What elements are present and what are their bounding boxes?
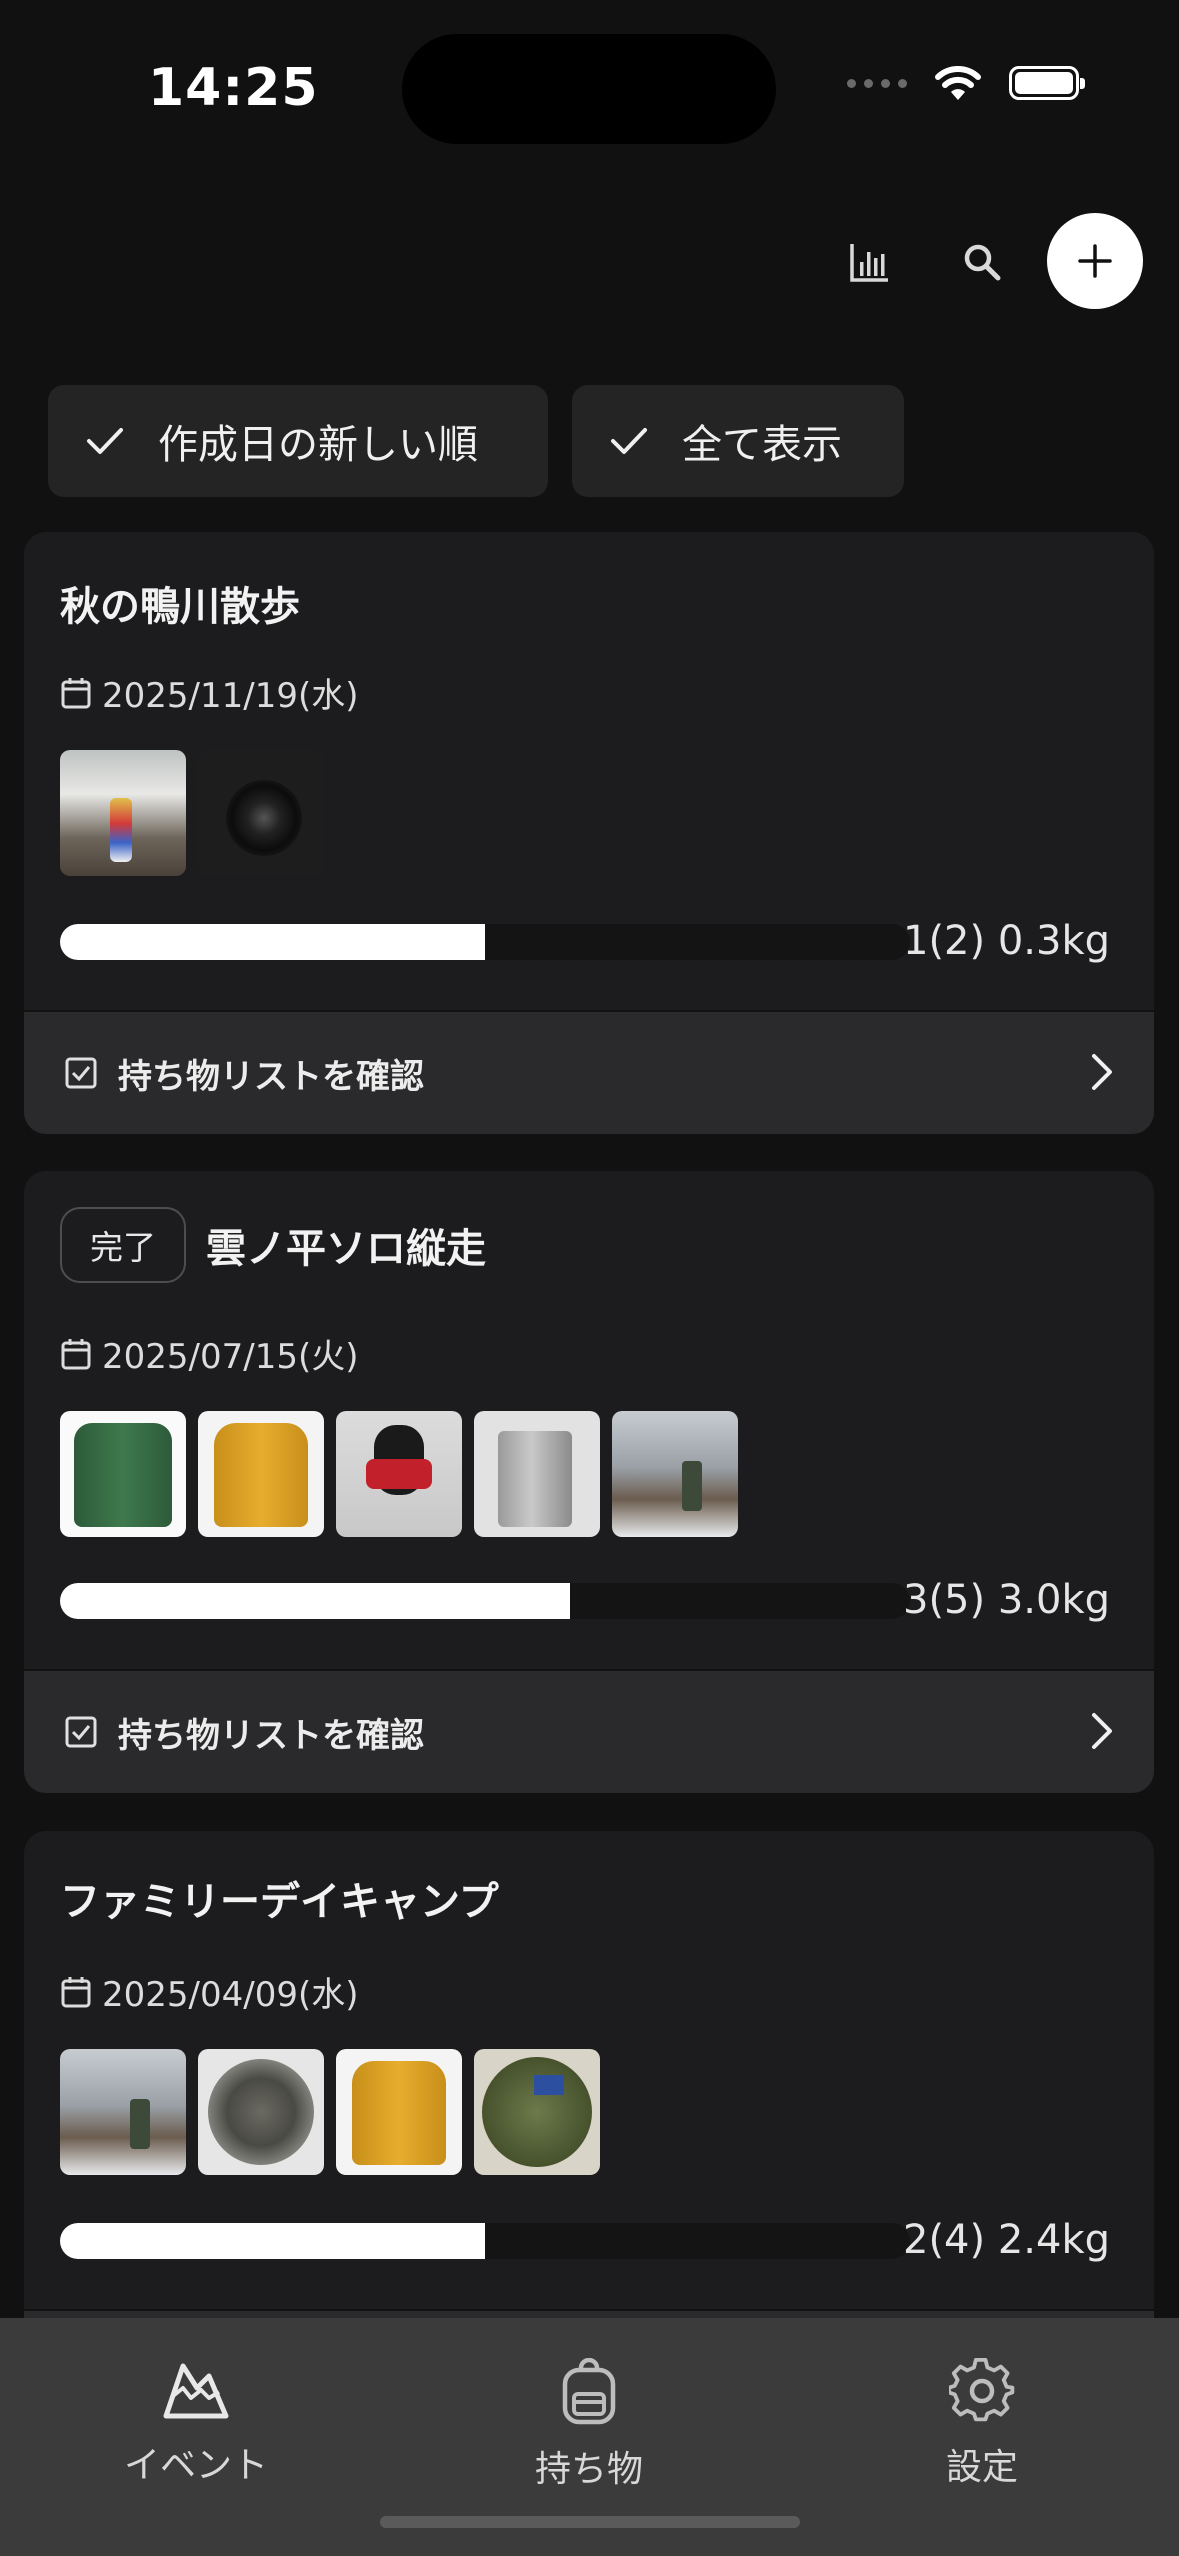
item-thumbnails xyxy=(60,750,324,876)
checklist-link[interactable]: 持ち物リストを確認 xyxy=(24,1669,1154,1793)
event-date: 2025/07/15(火) xyxy=(102,1337,359,1377)
event-card[interactable]: ファミリーデイキャンプ 2025/04/09(水) 2(4) 2.4kg xyxy=(24,1831,1154,2371)
event-date-row: 2025/04/09(水) xyxy=(60,1967,359,2016)
packing-progress-fill xyxy=(60,1583,570,1619)
tab-events[interactable]: イベント xyxy=(76,2358,316,2488)
packing-summary: 2(4) 2.4kg xyxy=(903,2217,1110,2263)
checkbox-icon xyxy=(64,1056,98,1090)
packing-progress-fill xyxy=(60,924,485,960)
bar-chart-icon xyxy=(850,244,888,282)
battery-icon xyxy=(1009,66,1085,100)
event-title: 秋の鴨川散歩 xyxy=(60,584,300,630)
display-filter-chip[interactable]: 全て表示 xyxy=(572,385,904,497)
wifi-icon xyxy=(935,66,981,100)
chevron-right-icon xyxy=(1090,1711,1114,1751)
sort-filter-label: 作成日の新しい順 xyxy=(158,422,478,468)
checkbox-icon xyxy=(64,1715,98,1749)
checklist-label: 持ち物リストを確認 xyxy=(118,1056,424,1097)
status-time: 14:25 xyxy=(148,58,319,118)
checklist-link[interactable]: 持ち物リストを確認 xyxy=(24,1010,1154,1134)
item-thumbnail xyxy=(612,1411,738,1537)
item-thumbnail xyxy=(198,750,324,876)
check-icon xyxy=(86,426,124,456)
item-thumbnail xyxy=(336,2049,462,2175)
item-thumbnail xyxy=(336,1411,462,1537)
item-thumbnail xyxy=(198,2049,324,2175)
stats-button[interactable] xyxy=(836,228,904,296)
backpack-icon xyxy=(562,2358,616,2425)
tab-items[interactable]: 持ち物 xyxy=(469,2358,709,2492)
search-button[interactable] xyxy=(948,228,1016,296)
event-date: 2025/04/09(水) xyxy=(102,1975,359,2015)
tab-label: 設定 xyxy=(945,2447,1018,2488)
tab-label: 持ち物 xyxy=(534,2449,643,2490)
display-filter-label: 全て表示 xyxy=(682,422,842,468)
packing-summary: 3(5) 3.0kg xyxy=(903,1577,1110,1623)
check-icon xyxy=(610,426,648,456)
packing-progress-fill xyxy=(60,2223,485,2259)
packing-progress-bar xyxy=(60,2223,910,2259)
calendar-icon xyxy=(61,677,91,708)
packing-progress-bar xyxy=(60,924,910,960)
tab-settings[interactable]: 設定 xyxy=(862,2358,1102,2490)
tab-label: イベント xyxy=(123,2445,268,2486)
item-thumbnail xyxy=(60,2049,186,2175)
cellular-signal-icon xyxy=(847,78,907,88)
packing-progress-bar xyxy=(60,1583,910,1619)
event-title: ファミリーデイキャンプ xyxy=(60,1879,499,1925)
item-thumbnails xyxy=(60,2049,600,2175)
packing-summary: 1(2) 0.3kg xyxy=(903,918,1110,964)
event-title-row: 秋の鴨川散歩 xyxy=(60,574,300,632)
item-thumbnail xyxy=(60,750,186,876)
status-badge: 完了 xyxy=(60,1207,186,1283)
item-thumbnail xyxy=(474,1411,600,1537)
event-date-row: 2025/11/19(水) xyxy=(60,668,359,717)
calendar-icon xyxy=(61,1338,91,1369)
event-title-row: 完了 雲ノ平ソロ縦走 xyxy=(60,1207,486,1283)
search-icon xyxy=(964,244,1001,281)
sort-filter-chip[interactable]: 作成日の新しい順 xyxy=(48,385,548,497)
event-title-row: ファミリーデイキャンプ xyxy=(60,1869,499,1927)
event-card[interactable]: 秋の鴨川散歩 2025/11/19(水) 1(2) 0.3kg 持ち物リストを確… xyxy=(24,532,1154,1134)
event-date-row: 2025/07/15(火) xyxy=(60,1329,359,1378)
item-thumbnails xyxy=(60,1411,738,1537)
item-thumbnail xyxy=(474,2049,600,2175)
event-title: 雲ノ平ソロ縦走 xyxy=(206,1226,486,1272)
add-event-button[interactable] xyxy=(1047,213,1143,309)
event-card[interactable]: 完了 雲ノ平ソロ縦走 2025/07/15(火) 3(5) 3.0kg 持ち物リ… xyxy=(24,1171,1154,1793)
checklist-label: 持ち物リストを確認 xyxy=(118,1715,424,1756)
gear-icon xyxy=(949,2358,1015,2422)
item-thumbnail xyxy=(60,1411,186,1537)
event-date: 2025/11/19(水) xyxy=(102,676,359,716)
status-indicators xyxy=(847,64,1085,102)
chevron-right-icon xyxy=(1090,1052,1114,1092)
plus-icon xyxy=(1078,244,1112,278)
home-indicator xyxy=(380,2516,800,2528)
item-thumbnail xyxy=(198,1411,324,1537)
mountain-icon xyxy=(163,2363,229,2419)
calendar-icon xyxy=(61,1976,91,2007)
dynamic-island xyxy=(402,34,776,144)
